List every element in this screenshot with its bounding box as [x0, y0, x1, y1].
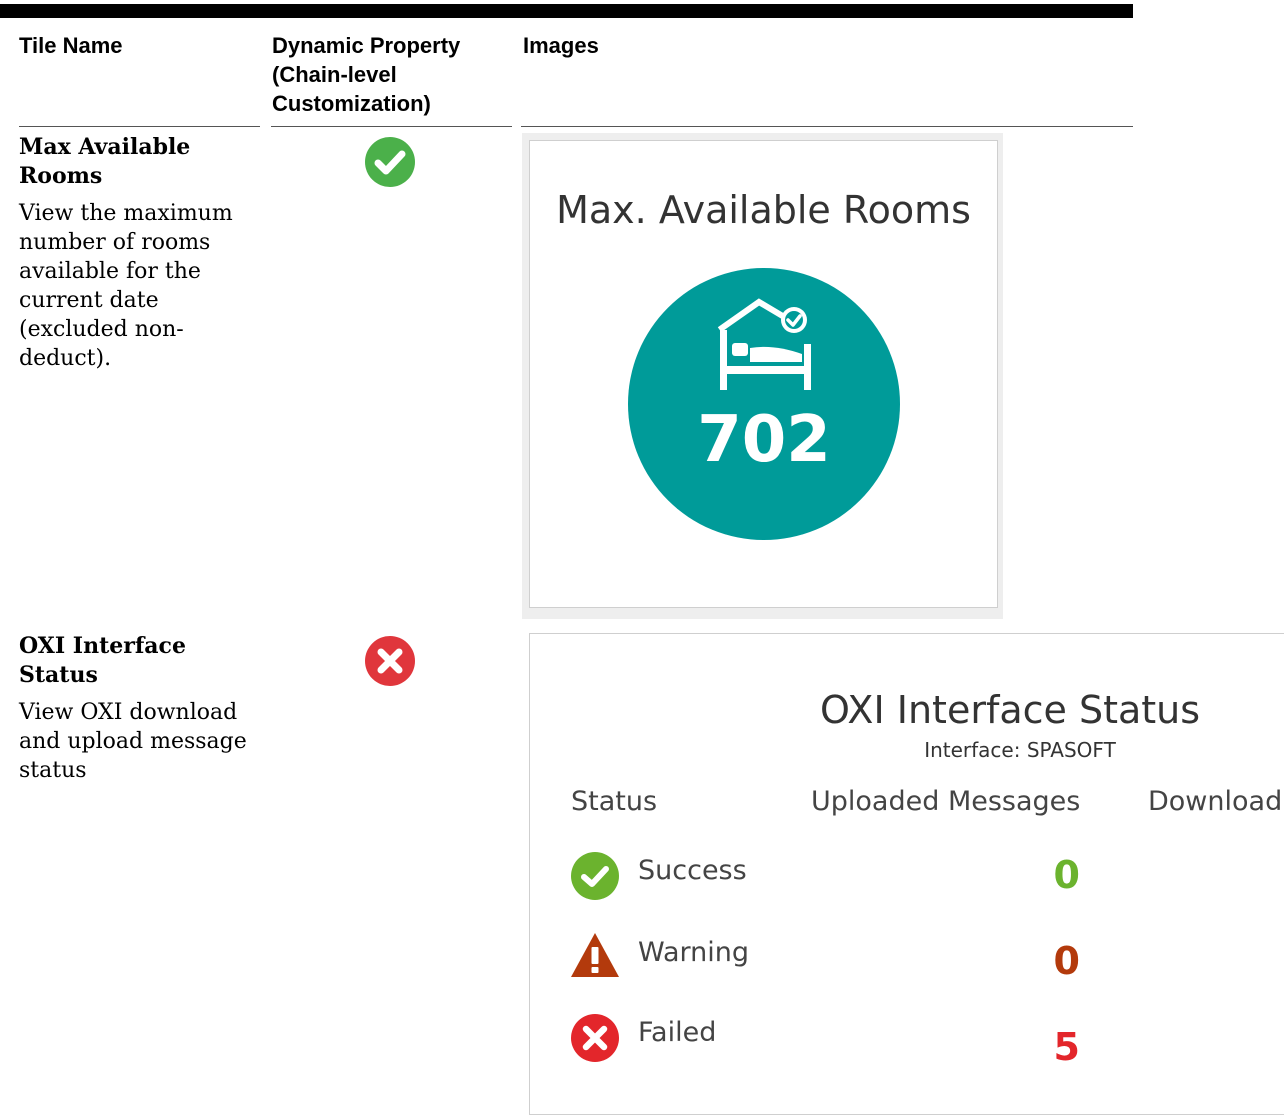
status-label-success: Success	[638, 855, 747, 886]
uploaded-failed-count: 5	[1053, 1025, 1080, 1069]
check-circle-icon	[571, 852, 619, 900]
column-header-download: Download	[1148, 786, 1283, 817]
header-tile-name: Tile Name	[19, 33, 123, 58]
uploaded-warning-count: 0	[1053, 939, 1080, 983]
header-divider	[521, 126, 1133, 127]
row-tile-name: OXI Interface Status	[19, 633, 186, 688]
top-rule	[0, 4, 1133, 18]
row-tile-description: View OXI download and upload message sta…	[19, 700, 247, 783]
bed-check-icon	[717, 298, 811, 390]
warning-triangle-icon	[571, 933, 619, 977]
header-divider	[19, 126, 260, 127]
column-header-status: Status	[571, 786, 658, 817]
check-circle-icon	[365, 137, 415, 187]
x-circle-icon	[571, 1014, 619, 1062]
max-rooms-value: 702	[697, 403, 831, 477]
uploaded-success-count: 0	[1053, 853, 1080, 897]
header-images: Images	[523, 33, 599, 58]
row-tile-description: View the maximum number of rooms availab…	[19, 201, 233, 371]
column-header-uploaded: Uploaded Messages	[811, 786, 1081, 817]
status-label-warning: Warning	[638, 937, 750, 968]
header-divider	[271, 126, 512, 127]
status-label-failed: Failed	[638, 1017, 717, 1048]
row-tile-name: Max Available Rooms	[19, 134, 191, 189]
header-dynamic-property: Dynamic Property (Chain-level Customizat…	[272, 33, 461, 116]
tile-title: OXI Interface Status	[819, 688, 1201, 732]
x-circle-icon	[365, 636, 415, 686]
tile-subtitle: Interface: SPASOFT	[924, 738, 1116, 762]
tile-title: Max. Available Rooms	[556, 188, 971, 232]
